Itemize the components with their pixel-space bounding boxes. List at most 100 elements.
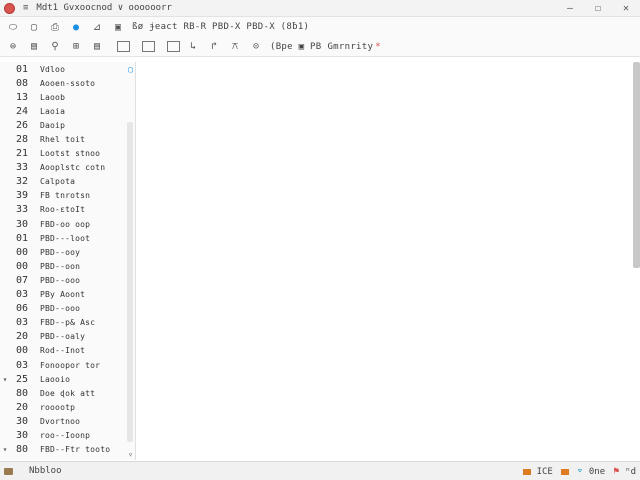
window-title: Mdt1 Gvxoocnod ∨ oooooorr <box>36 3 172 13</box>
checkbox-1-icon[interactable] <box>117 41 130 52</box>
main-content-area[interactable] <box>136 62 640 460</box>
row-number: 00 <box>16 345 29 357</box>
list-item[interactable]: 03 FBD--p& Asc <box>0 316 135 330</box>
row-number: 25 <box>16 373 29 385</box>
channel-list: 01 Vdloo 08 Aooen-ssoto 13 Laoob 24 Laoia 26 Daoi… <box>0 62 135 457</box>
list-item[interactable]: 01 Vdloo <box>0 62 135 76</box>
list-item[interactable]: 20 PBD--oaly <box>0 330 135 344</box>
list-item[interactable]: ▾ 25 Laooio <box>0 372 135 386</box>
row-number: 30 <box>16 415 29 427</box>
row-label: Rod--Inot <box>40 346 86 356</box>
channel-list-panel[interactable]: 01 Vdloo 08 Aooen-ssoto 13 Laoob 24 Laoia 26 Daoi… <box>0 62 136 460</box>
list-item[interactable]: 30 roo--Ioonp <box>0 428 135 442</box>
row-label: roo--Ioonp <box>40 430 91 440</box>
list-item[interactable]: 39 FB tnrotsn <box>0 189 135 203</box>
status-bar: Nbbloo ICE ⌔ 0ne ⚑ ⁿd <box>0 461 640 480</box>
menu-icon[interactable]: ≡ <box>23 3 28 13</box>
row-number: 80 <box>16 387 29 399</box>
list-item[interactable]: 33 Roo-ɛtoIt <box>0 203 135 217</box>
list-item[interactable]: 03 Fonoopor tor <box>0 358 135 372</box>
list-item[interactable]: 20 rooootp <box>0 400 135 414</box>
list-item[interactable]: 24 Laoia <box>0 104 135 118</box>
list-item[interactable]: 00 Rod--Inot <box>0 344 135 358</box>
checkbox-3-icon[interactable] <box>167 41 180 52</box>
list-item[interactable]: 80 Doe ɖok att <box>0 386 135 400</box>
row-label: Laoob <box>40 92 66 102</box>
row-number: 01 <box>16 232 29 244</box>
list-item[interactable]: 00 PBD--oon <box>0 259 135 273</box>
list-top-icon[interactable]: ▢ <box>128 65 133 74</box>
row-label: FBD--Ftr tooto <box>40 445 111 455</box>
row-label: Roo-ɛtoIt <box>40 205 86 215</box>
close-button[interactable]: ✕ <box>612 0 640 17</box>
list-item[interactable]: 30 Dvortnoo <box>0 414 135 428</box>
list-item[interactable]: 00 PBD--ooy <box>0 245 135 259</box>
row-label: Calpota <box>40 177 76 187</box>
checkbox-2-icon[interactable] <box>142 41 155 52</box>
status-nd-label: ⁿd <box>625 466 636 477</box>
list-scrollbar[interactable] <box>127 122 133 442</box>
row-number: 33 <box>16 204 29 216</box>
row-number: 03 <box>16 359 29 371</box>
row-expand-icon[interactable]: ▾ <box>0 375 10 384</box>
row-number: 26 <box>16 119 29 131</box>
red-marker: * <box>375 41 381 52</box>
red-flag-icon[interactable]: ⚑ <box>613 466 619 477</box>
maximize-button[interactable]: ☐ <box>584 0 612 17</box>
list-item[interactable]: 33 Aooplstc cotn <box>0 161 135 175</box>
status-one-label: 0ne <box>588 466 606 477</box>
row-label: Vdloo <box>40 64 66 74</box>
row-number: 08 <box>16 77 29 89</box>
list-item[interactable]: 08 Aooen-ssoto <box>0 76 135 90</box>
list-item[interactable]: 06 PBD--ooo <box>0 302 135 316</box>
row-number: 13 <box>16 91 29 103</box>
search-icon[interactable]: ⚲ <box>47 39 63 55</box>
list-item[interactable]: 07 PBD--ooo <box>0 273 135 287</box>
row-label: Aooplstc cotn <box>40 163 106 173</box>
arrow-down-right-icon[interactable]: ↳ <box>185 39 201 55</box>
status-ice-label: ICE <box>536 466 553 477</box>
row-label: PBD--oaly <box>40 332 86 342</box>
table-icon[interactable]: ▤ <box>89 39 105 55</box>
list-item[interactable]: 32 Calpota <box>0 175 135 189</box>
row-expand-icon[interactable]: ▾ <box>0 445 10 454</box>
record-icon[interactable]: ● <box>68 19 84 35</box>
disc-icon[interactable]: ⊜ <box>5 39 21 55</box>
orange-square-icon[interactable] <box>522 468 531 475</box>
list-item[interactable]: ▾ 80 FBD--Ftr tooto <box>0 443 135 457</box>
status-tray: ICE ⌔ 0ne ⚑ ⁿd <box>515 462 636 480</box>
cyan-wifi-icon[interactable]: ⌔ <box>577 466 583 477</box>
orange-square-icon[interactable] <box>560 468 569 475</box>
row-number: 20 <box>16 331 29 343</box>
list-item[interactable]: 26 Daoip <box>0 118 135 132</box>
row-label: FBD--p& Asc <box>40 318 96 328</box>
list-item[interactable]: 30 FBD-oo oop <box>0 217 135 231</box>
list-bottom-icon[interactable]: ▿ <box>128 450 133 459</box>
app-logo-icon[interactable] <box>4 2 15 14</box>
row-number: 03 <box>16 289 29 301</box>
list-item[interactable]: 21 Lootst stnoo <box>0 147 135 161</box>
folder-icon[interactable] <box>4 467 13 475</box>
row-number: 07 <box>16 274 29 286</box>
list-item[interactable]: 13 Laoob <box>0 90 135 104</box>
row-label: PBD---loot <box>40 233 91 243</box>
arrow-up-right-icon[interactable]: ↱ <box>206 39 222 55</box>
grid-icon[interactable]: ⊞ <box>68 39 84 55</box>
open-icon[interactable]: ⬭ <box>5 19 21 35</box>
status-label: Gmrnrity <box>327 41 374 52</box>
panel-icon[interactable]: ▣ <box>110 19 126 35</box>
row-number: 80 <box>16 444 29 456</box>
list-item[interactable]: 01 PBD---loot <box>0 231 135 245</box>
list-icon[interactable]: ▤ <box>26 39 42 55</box>
new-document-icon[interactable]: ▢ <box>26 19 42 35</box>
main-scrollbar[interactable] <box>633 62 640 268</box>
minimize-button[interactable]: — <box>556 0 584 17</box>
target-icon[interactable]: ⊙ <box>248 39 264 55</box>
row-number: 00 <box>16 246 29 258</box>
list-item[interactable]: 03 PBy Aoont <box>0 288 135 302</box>
print-icon[interactable]: ⎙ <box>47 19 63 35</box>
list-item[interactable]: 28 Rhel toit <box>0 132 135 146</box>
bookmark-icon[interactable]: ⊿ <box>89 19 105 35</box>
filter-icon[interactable]: ⚻ <box>227 39 243 55</box>
row-number: 06 <box>16 303 29 315</box>
